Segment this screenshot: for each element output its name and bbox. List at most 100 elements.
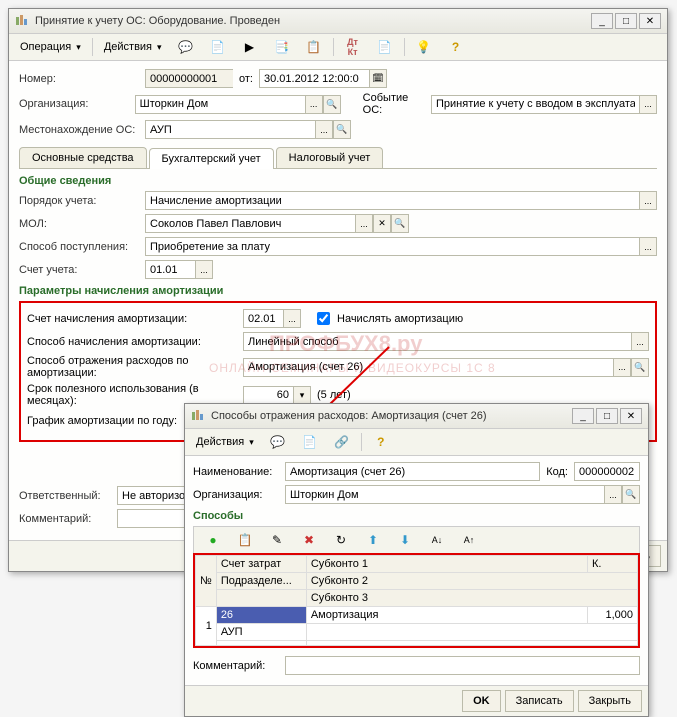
amort-refl-input[interactable] bbox=[243, 358, 613, 377]
nested-comment-input[interactable] bbox=[285, 656, 640, 675]
nested-maximize-button[interactable]: □ bbox=[596, 408, 618, 424]
toolbar-icon-9[interactable]: ? bbox=[441, 36, 471, 58]
account-lookup-button[interactable]: ... bbox=[195, 260, 213, 279]
amort-method-lookup-button[interactable]: ... bbox=[631, 332, 649, 351]
table-sortdesc-button[interactable]: A↑ bbox=[454, 529, 484, 551]
tab-tax[interactable]: Налоговый учет bbox=[276, 147, 384, 168]
mol-input[interactable] bbox=[145, 214, 355, 233]
table-row[interactable] bbox=[196, 641, 638, 646]
methods-table[interactable]: № Счет затрат Субконто 1 К. Подразделе..… bbox=[195, 555, 638, 646]
calendar-button[interactable]: 🗓 bbox=[369, 69, 387, 88]
amort-acc-lookup-button[interactable]: ... bbox=[283, 309, 301, 328]
nested-comment-label: Комментарий: bbox=[193, 660, 279, 672]
nested-code-input[interactable] bbox=[574, 462, 640, 481]
table-sortasc-button[interactable]: A↓ bbox=[422, 529, 452, 551]
doc-icon: 📄 bbox=[210, 39, 226, 55]
cell-div[interactable]: АУП bbox=[216, 624, 306, 641]
table-edit-button[interactable]: ✎ bbox=[262, 529, 292, 551]
maximize-button[interactable]: □ bbox=[615, 13, 637, 29]
mol-label: МОЛ: bbox=[19, 218, 139, 230]
up-icon: ⬆ bbox=[365, 532, 381, 548]
amort-refl-lookup-button[interactable]: ... bbox=[613, 358, 631, 377]
nested-actions-menu[interactable]: Действия bbox=[189, 431, 261, 453]
toolbar-icon-8[interactable]: 💡 bbox=[409, 36, 439, 58]
amort-acc-input[interactable] bbox=[243, 309, 283, 328]
receipt-lookup-button[interactable]: ... bbox=[639, 237, 657, 256]
nested-window-icon bbox=[191, 409, 205, 423]
number-input[interactable] bbox=[145, 69, 233, 88]
actions-menu[interactable]: Действия bbox=[97, 36, 169, 58]
comment-input[interactable] bbox=[117, 509, 189, 528]
nested-close-button[interactable]: ✕ bbox=[620, 408, 642, 424]
close-button[interactable]: ✕ bbox=[639, 13, 661, 29]
mol-open-button[interactable]: 🔍 bbox=[391, 214, 409, 233]
nested-org-lookup-button[interactable]: ... bbox=[604, 485, 622, 504]
amort-header: Параметры начисления амортизации bbox=[19, 285, 657, 297]
table-down-button[interactable]: ⬇ bbox=[390, 529, 420, 551]
table-add-button[interactable]: ● bbox=[198, 529, 228, 551]
account-input[interactable] bbox=[145, 260, 195, 279]
toolbar-icon-7[interactable]: 📄 bbox=[370, 36, 400, 58]
toolbar-icon-4[interactable]: 📑 bbox=[267, 36, 297, 58]
toolbar-icon-1[interactable]: 💬 bbox=[171, 36, 201, 58]
resp-input[interactable] bbox=[117, 486, 189, 505]
order-input[interactable] bbox=[145, 191, 639, 210]
nested-minimize-button[interactable]: _ bbox=[572, 408, 594, 424]
event-lookup-button[interactable]: ... bbox=[639, 95, 657, 114]
sortasc-icon: A↓ bbox=[429, 532, 445, 548]
cell-k[interactable]: 1,000 bbox=[588, 607, 638, 624]
org-input[interactable] bbox=[135, 95, 305, 114]
amort-method-input[interactable] bbox=[243, 332, 631, 351]
toolbar-icon-6[interactable]: ДтКт bbox=[338, 36, 368, 58]
location-lookup-button[interactable]: ... bbox=[315, 120, 333, 139]
tab-fixed-assets[interactable]: Основные средства bbox=[19, 147, 147, 168]
toolbar-icon-5[interactable]: 📋 bbox=[299, 36, 329, 58]
amort-life-spinner[interactable]: ▾ bbox=[293, 386, 311, 405]
col-acc: Счет затрат bbox=[216, 556, 306, 573]
nested-name-input[interactable] bbox=[285, 462, 540, 481]
receipt-input[interactable] bbox=[145, 237, 639, 256]
mol-clear-button[interactable]: ✕ bbox=[373, 214, 391, 233]
nested-org-input[interactable] bbox=[285, 485, 604, 504]
table-row[interactable]: АУП bbox=[196, 624, 638, 641]
nested-tool-2[interactable]: 📄 bbox=[295, 431, 325, 453]
location-input[interactable] bbox=[145, 120, 315, 139]
main-toolbar: Операция Действия 💬 📄 ▶ 📑 📋 ДтКт 📄 💡 ? bbox=[9, 34, 667, 61]
tab-accounting[interactable]: Бухгалтерский учет bbox=[149, 148, 274, 169]
table-up-button[interactable]: ⬆ bbox=[358, 529, 388, 551]
nested-org-open-button[interactable]: 🔍 bbox=[622, 485, 640, 504]
event-input[interactable] bbox=[431, 95, 639, 114]
table-delete-button[interactable]: ✖ bbox=[294, 529, 324, 551]
org-lookup-button[interactable]: ... bbox=[305, 95, 323, 114]
date-input[interactable] bbox=[259, 69, 369, 88]
nested-tool-3[interactable]: 🔗 bbox=[327, 431, 357, 453]
calc-amort-checkbox[interactable]: Начислять амортизацию bbox=[313, 309, 463, 328]
amort-refl-open-button[interactable]: 🔍 bbox=[631, 358, 649, 377]
mol-lookup-button[interactable]: ... bbox=[355, 214, 373, 233]
toolbar-icon-3[interactable]: ▶ bbox=[235, 36, 265, 58]
order-lookup-button[interactable]: ... bbox=[639, 191, 657, 210]
edit-icon: ✎ bbox=[269, 532, 285, 548]
cell-sub1[interactable]: Амортизация bbox=[306, 607, 587, 624]
amort-life-hint: (5 лет) bbox=[317, 389, 351, 401]
operation-menu[interactable]: Операция bbox=[13, 36, 88, 58]
help-icon: ? bbox=[373, 434, 389, 450]
table-refresh-button[interactable]: ↻ bbox=[326, 529, 356, 551]
calc-amort-check-input[interactable] bbox=[317, 312, 330, 325]
org-open-button[interactable]: 🔍 bbox=[323, 95, 341, 114]
location-open-button[interactable]: 🔍 bbox=[333, 120, 351, 139]
table-row[interactable]: 1 26 Амортизация 1,000 bbox=[196, 607, 638, 624]
account-label: Счет учета: bbox=[19, 264, 139, 276]
nested-tool-1[interactable]: 💬 bbox=[263, 431, 293, 453]
nested-tool-4[interactable]: ? bbox=[366, 431, 396, 453]
table-copy-button[interactable]: 📋 bbox=[230, 529, 260, 551]
amort-life-input[interactable] bbox=[243, 386, 293, 405]
delete-icon: ✖ bbox=[301, 532, 317, 548]
nested-close-button[interactable]: Закрыть bbox=[578, 690, 642, 712]
nested-save-button[interactable]: Записать bbox=[505, 690, 574, 712]
cell-acc[interactable]: 26 bbox=[216, 607, 306, 624]
tips-icon: 💡 bbox=[416, 39, 432, 55]
toolbar-icon-2[interactable]: 📄 bbox=[203, 36, 233, 58]
nested-ok-button[interactable]: OK bbox=[462, 690, 501, 712]
minimize-button[interactable]: _ bbox=[591, 13, 613, 29]
